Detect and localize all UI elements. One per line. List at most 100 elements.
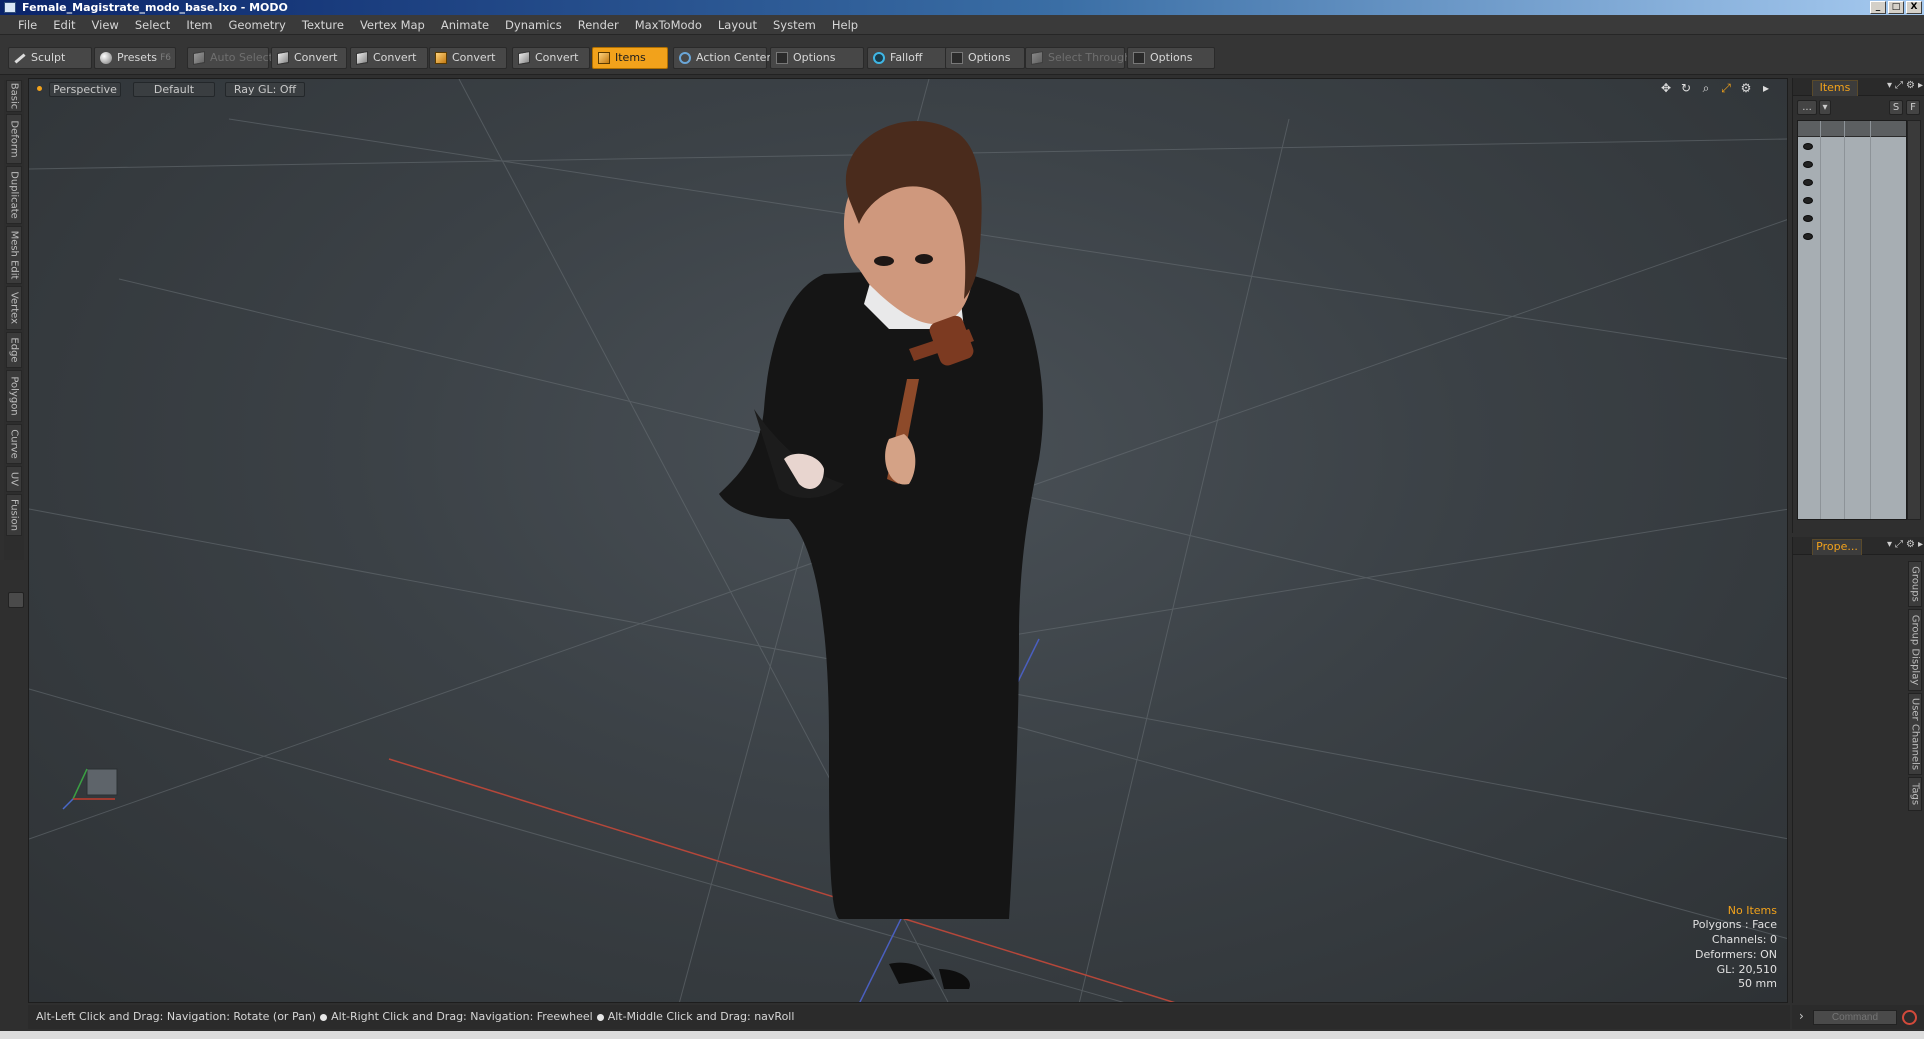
tab-tags[interactable]: Tags <box>1908 777 1922 811</box>
menu-animate[interactable]: Animate <box>433 15 497 35</box>
status-hint-rotate: Alt-Left Click and Drag: Navigation: Rot… <box>36 1010 317 1023</box>
convert-materials-button[interactable]: Convert <box>512 47 590 69</box>
tab-polygon[interactable]: Polygon <box>6 370 22 422</box>
gear-icon[interactable]: ⚙ <box>1739 81 1753 95</box>
viewport-menu-dot[interactable] <box>37 86 42 91</box>
tab-deform[interactable]: Deform <box>6 114 22 164</box>
menu-layout[interactable]: Layout <box>710 15 765 35</box>
items-tabbar: Items ▾ ⤢ ⚙ ▸ <box>1793 78 1924 96</box>
view-type-dropdown[interactable]: Perspective <box>49 82 121 97</box>
tab-uv[interactable]: UV <box>6 466 22 492</box>
gear-icon[interactable]: ⚙ <box>1906 80 1915 91</box>
items-mode-button[interactable]: Items <box>592 47 668 69</box>
gear-icon[interactable]: ⚙ <box>1906 539 1915 550</box>
menu-help[interactable]: Help <box>824 15 866 35</box>
dropdown-icon[interactable]: ▾ <box>1887 80 1892 91</box>
chevron-right-icon[interactable]: ▸ <box>1918 539 1923 550</box>
action-center-label: Action Center <box>696 51 771 64</box>
expand-icon[interactable]: ⤢ <box>1895 539 1903 550</box>
falloff-button[interactable]: Falloff <box>867 47 947 69</box>
visibility-eye-icon[interactable] <box>1803 197 1813 204</box>
tab-user-channels[interactable]: User Channels <box>1908 693 1922 775</box>
menu-texture[interactable]: Texture <box>294 15 352 35</box>
tab-edge[interactable]: Edge <box>6 332 22 368</box>
viewport-nav-tools: ✥ ↻ ⌕ ⤢ ⚙ ▸ <box>1659 81 1773 95</box>
sculpt-button[interactable]: Sculpt <box>8 47 92 69</box>
visibility-eye-icon[interactable] <box>1803 143 1813 150</box>
chevron-right-icon[interactable]: ▸ <box>1918 80 1923 91</box>
shading-dropdown[interactable]: Default <box>133 82 215 97</box>
select-through-button[interactable]: Select Through <box>1025 47 1131 69</box>
convert-vertices-button[interactable]: Convert <box>271 47 347 69</box>
items-column-divider <box>1820 121 1821 519</box>
command-history-icon[interactable]: › <box>1799 1009 1804 1023</box>
convert-polygons-button[interactable]: Convert <box>429 47 507 69</box>
tab-label: Duplicate <box>8 171 20 219</box>
menu-maxtomodo[interactable]: MaxToModo <box>627 15 710 35</box>
menu-file[interactable]: File <box>10 15 45 35</box>
convert-edges-button[interactable]: Convert <box>350 47 428 69</box>
items-dropdown-button[interactable]: ▾ <box>1819 100 1831 115</box>
command-run-icon[interactable] <box>1902 1010 1917 1025</box>
auto-select-icon <box>193 50 205 66</box>
tab-properties[interactable]: Prope... <box>1812 539 1862 555</box>
items-more-button[interactable]: ... <box>1797 100 1817 115</box>
select-through-options-button[interactable]: Options <box>1127 47 1215 69</box>
pan-icon[interactable]: ✥ <box>1659 81 1673 95</box>
tab-duplicate[interactable]: Duplicate <box>6 166 22 224</box>
status-hint-freewheel: Alt-Right Click and Drag: Navigation: Fr… <box>331 1010 593 1023</box>
raygl-toggle[interactable]: Ray GL: Off <box>225 82 305 97</box>
action-center-options-button[interactable]: Options <box>770 47 864 69</box>
zoom-icon[interactable]: ⌕ <box>1699 81 1713 95</box>
command-input[interactable] <box>1813 1010 1897 1025</box>
tab-groups[interactable]: Groups <box>1908 561 1922 607</box>
visibility-eye-icon[interactable] <box>1803 215 1813 222</box>
tab-vertex[interactable]: Vertex <box>6 286 22 330</box>
items-f-button[interactable]: F <box>1906 100 1920 115</box>
menu-render[interactable]: Render <box>570 15 627 35</box>
menu-select[interactable]: Select <box>127 15 178 35</box>
rotate-icon[interactable]: ↻ <box>1679 81 1693 95</box>
tab-label: Tags <box>1909 782 1921 806</box>
tab-items[interactable]: Items <box>1812 80 1858 96</box>
expand-icon[interactable]: ⤢ <box>1895 80 1903 91</box>
tab-fusion[interactable]: Fusion <box>6 494 22 536</box>
tab-curve[interactable]: Curve <box>6 424 22 464</box>
panel-controls: ▾ ⤢ ⚙ ▸ <box>1887 539 1923 550</box>
menu-dynamics[interactable]: Dynamics <box>497 15 570 35</box>
title-bar: Female_Magistrate_modo_base.lxo - MODO _… <box>0 0 1924 15</box>
select-through-icon <box>1031 50 1043 66</box>
chevron-right-icon[interactable]: ▸ <box>1759 81 1773 95</box>
visibility-eye-icon[interactable] <box>1803 233 1813 240</box>
menu-edit[interactable]: Edit <box>45 15 83 35</box>
3d-viewport[interactable]: Perspective Default Ray GL: Off ✥ ↻ ⌕ ⤢ … <box>28 78 1788 1003</box>
falloff-icon <box>873 52 885 64</box>
tab-mesh-edit[interactable]: Mesh Edit <box>6 226 22 284</box>
visibility-eye-icon[interactable] <box>1803 161 1813 168</box>
minimize-button[interactable]: _ <box>1870 1 1886 14</box>
left-panel-toggle[interactable] <box>8 592 24 608</box>
visibility-eye-icon[interactable] <box>1803 179 1813 186</box>
auto-select-button[interactable]: Auto Select <box>187 47 273 69</box>
maximize-button[interactable]: □ <box>1888 1 1904 14</box>
tab-label: Polygon <box>8 376 20 416</box>
menu-item[interactable]: Item <box>178 15 220 35</box>
left-tool-tabs: Basic Deform Duplicate Mesh Edit Vertex … <box>4 80 24 560</box>
presets-button[interactable]: Presets F6 <box>94 47 176 69</box>
items-list[interactable] <box>1797 120 1907 520</box>
tab-group-display[interactable]: Group Display <box>1908 609 1922 691</box>
bullet-separator <box>320 1013 328 1021</box>
items-scrollbar[interactable] <box>1907 120 1921 520</box>
close-button[interactable]: X <box>1906 1 1922 14</box>
properties-panel: Prope... ▾ ⤢ ⚙ ▸ Groups Group Display Us… <box>1792 537 1924 1003</box>
tab-basic[interactable]: Basic <box>6 80 22 112</box>
menu-geometry[interactable]: Geometry <box>221 15 294 35</box>
action-center-button[interactable]: Action Center <box>673 47 771 69</box>
menu-system[interactable]: System <box>765 15 824 35</box>
items-s-button[interactable]: S <box>1889 100 1903 115</box>
fit-icon[interactable]: ⤢ <box>1719 81 1733 95</box>
menu-vertex-map[interactable]: Vertex Map <box>352 15 433 35</box>
dropdown-icon[interactable]: ▾ <box>1887 539 1892 550</box>
falloff-options-button[interactable]: Options <box>945 47 1025 69</box>
menu-view[interactable]: View <box>84 15 127 35</box>
